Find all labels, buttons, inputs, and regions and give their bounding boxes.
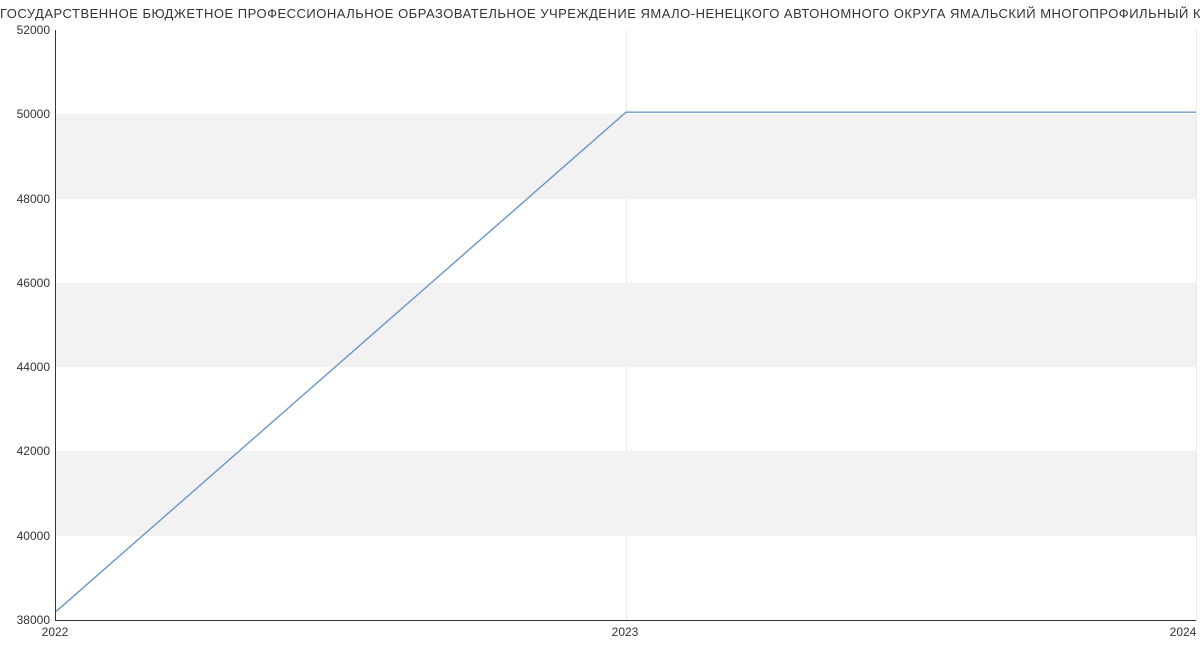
y-tick-label: 52000 xyxy=(0,23,50,37)
y-tick-label: 50000 xyxy=(0,107,50,121)
y-tick-label: 40000 xyxy=(0,529,50,543)
x-gridline xyxy=(1196,30,1197,620)
y-tick-label: 48000 xyxy=(0,192,50,206)
plot-area xyxy=(55,30,1196,621)
x-tick-label: 2022 xyxy=(42,625,69,639)
line-series xyxy=(56,112,1196,611)
chart-series-svg xyxy=(56,30,1196,620)
y-tick-label: 46000 xyxy=(0,276,50,290)
y-tick-label: 42000 xyxy=(0,444,50,458)
y-tick-label: 44000 xyxy=(0,360,50,374)
chart-title: ГОСУДАРСТВЕННОЕ БЮДЖЕТНОЕ ПРОФЕССИОНАЛЬН… xyxy=(0,6,1200,21)
x-tick-label: 2024 xyxy=(1170,625,1197,639)
x-tick-label: 2023 xyxy=(612,625,639,639)
